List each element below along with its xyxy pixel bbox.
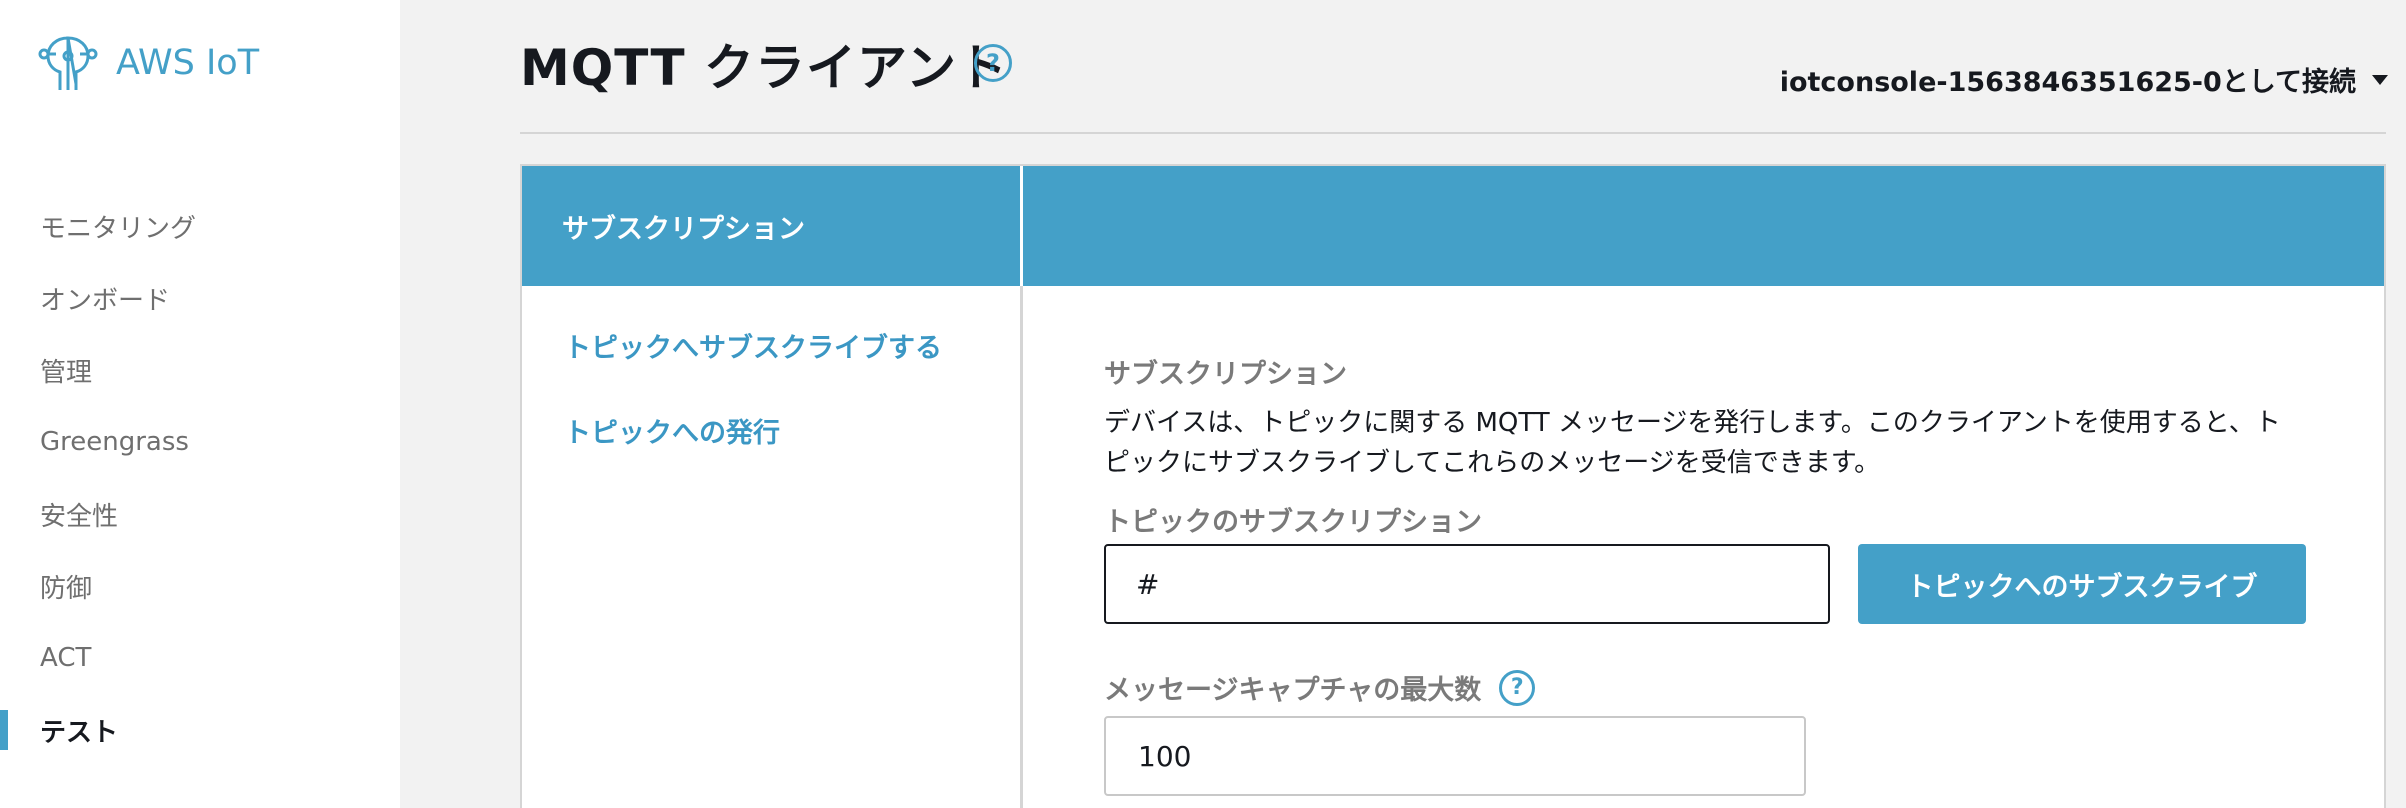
subscription-content: サブスクリプション デバイスは、トピックに関する MQTT メッセージを発行しま… — [1104, 352, 2324, 796]
topic-field-label: トピックのサブスクリプション — [1104, 507, 1482, 538]
header-divider — [520, 132, 2386, 134]
connection-dropdown[interactable]: iotconsole-1563846351625-0として接続 — [1780, 60, 2388, 99]
sidebar-item-monitoring[interactable]: モニタリング — [0, 190, 400, 262]
publish-to-topic-link[interactable]: トピックへの発行 — [564, 411, 942, 450]
panel-header-divider — [1020, 166, 1023, 286]
panel-subnav: トピックへサブスクライブする トピックへの発行 — [564, 326, 942, 496]
page-title: MQTT クライアント — [520, 39, 1009, 97]
sidebar-item-manage[interactable]: 管理 — [0, 334, 400, 406]
sidebar: AWS IoT モニタリング オンボード 管理 Greengrass 安全性 防… — [0, 0, 400, 808]
mqtt-panel: サブスクリプション トピックへサブスクライブする トピックへの発行 サブスクリプ… — [520, 164, 2386, 808]
caret-down-icon — [2372, 74, 2388, 85]
panel-header: サブスクリプション — [522, 166, 2384, 286]
question-circle-icon[interactable]: ? — [974, 44, 1012, 82]
aws-iot-logo-icon — [38, 36, 98, 90]
max-messages-input[interactable] — [1104, 716, 1806, 796]
sidebar-item-test[interactable]: テスト — [0, 694, 400, 766]
max-messages-label-row: メッセージキャプチャの最大数 ? — [1104, 668, 1536, 707]
topic-input[interactable] — [1104, 544, 1830, 624]
brand-name: AWS IoT — [116, 43, 260, 83]
brand[interactable]: AWS IoT — [38, 32, 259, 94]
section-title: サブスクリプション — [1104, 359, 1347, 390]
sidebar-item-greengrass[interactable]: Greengrass — [0, 406, 400, 478]
sidebar-nav: モニタリング オンボード 管理 Greengrass 安全性 防御 ACT テス… — [0, 190, 400, 766]
connection-label: iotconsole-1563846351625-0として接続 — [1779, 67, 2356, 98]
sidebar-item-defend[interactable]: 防御 — [0, 550, 400, 622]
subscribe-to-topic-link[interactable]: トピックへサブスクライブする — [564, 326, 942, 365]
subscribe-button[interactable]: トピックへのサブスクライブ — [1858, 544, 2306, 624]
sidebar-item-onboard[interactable]: オンボード — [0, 262, 400, 334]
sidebar-item-act[interactable]: ACT — [0, 622, 400, 694]
sidebar-item-security[interactable]: 安全性 — [0, 478, 400, 550]
section-description: デバイスは、トピックに関する MQTT メッセージを発行します。このクライアント… — [1104, 408, 2281, 478]
question-circle-icon[interactable]: ? — [1499, 669, 1536, 706]
max-messages-label: メッセージキャプチャの最大数 — [1104, 675, 1482, 706]
panel-header-label: サブスクリプション — [562, 213, 805, 245]
